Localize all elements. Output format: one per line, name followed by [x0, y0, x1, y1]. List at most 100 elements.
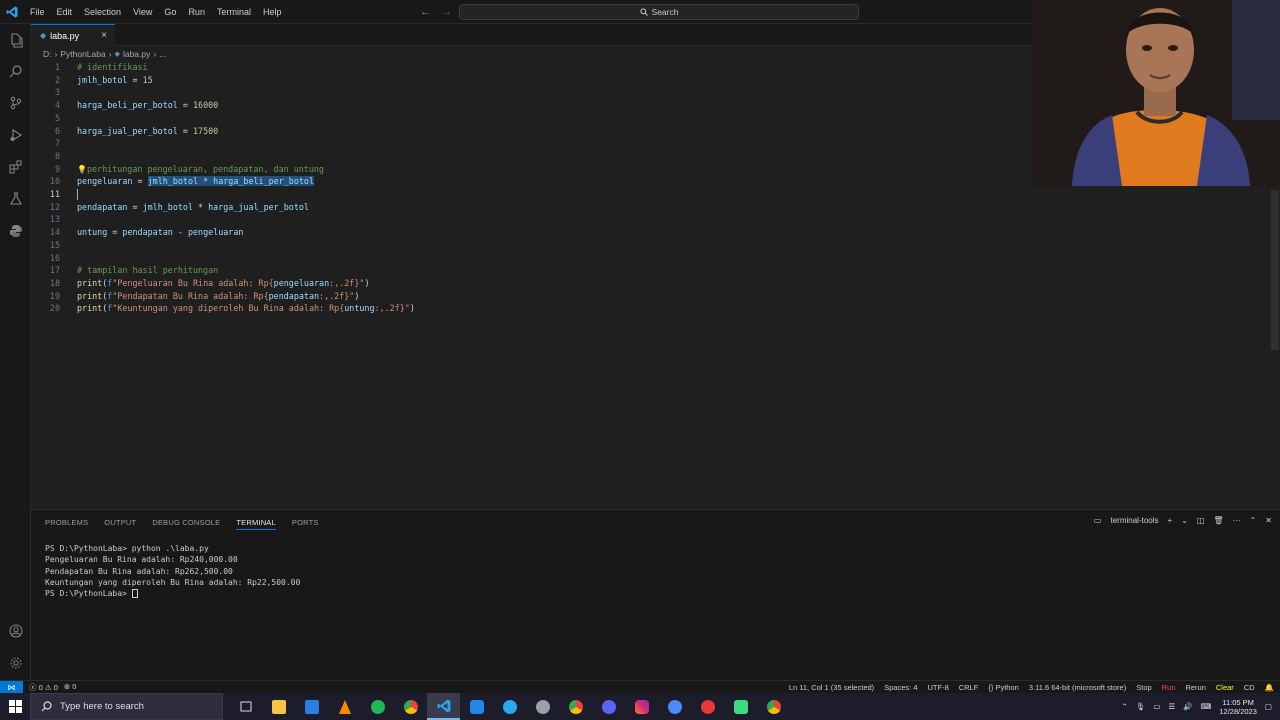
menu-file[interactable]: File [24, 0, 51, 24]
menu-help[interactable]: Help [257, 0, 288, 24]
browser-icon[interactable] [658, 693, 691, 720]
split-terminal-icon[interactable]: ◫ [1197, 516, 1205, 525]
telegram-icon[interactable] [493, 693, 526, 720]
webcam-overlay [1032, 0, 1280, 186]
remote-desktop-icon[interactable] [460, 693, 493, 720]
extensions-icon[interactable] [7, 158, 24, 175]
code-line[interactable]: 14 untung = pendapatan - pengeluaran [31, 226, 1271, 239]
chevron-down-icon[interactable]: ⌄ [1181, 516, 1188, 525]
python-icon[interactable] [7, 222, 24, 239]
tab-ports[interactable]: PORTS [292, 516, 319, 530]
menu-view[interactable]: View [127, 0, 158, 24]
vscode-taskbar-icon[interactable] [427, 693, 460, 720]
breadcrumb-folder[interactable]: PythonLaba [60, 49, 105, 59]
lightbulb-icon[interactable]: 💡 [77, 165, 87, 174]
settings-gear-icon[interactable] [7, 654, 24, 671]
battery-icon[interactable]: ▭ [1153, 702, 1160, 711]
testing-icon[interactable] [7, 190, 24, 207]
indentation[interactable]: Spaces: 4 [884, 683, 917, 692]
code-line[interactable]: 19 print(f"Pendapatan Bu Rina adalah: Rp{… [31, 290, 1271, 303]
menu-selection[interactable]: Selection [78, 0, 127, 24]
file-explorer-icon[interactable] [262, 693, 295, 720]
menu-edit[interactable]: Edit [51, 0, 79, 24]
webcam-person-image [1032, 0, 1280, 186]
cursor-position[interactable]: Ln 11, Col 1 (35 selected) [789, 683, 874, 692]
code-line[interactable]: 15 [31, 239, 1271, 252]
language-icon[interactable]: ⌨ [1201, 702, 1212, 711]
code-line[interactable]: 20 print(f"Keuntungan yang diperoleh Bu R… [31, 302, 1271, 315]
task-view-icon[interactable] [229, 693, 262, 720]
android-icon[interactable] [724, 693, 757, 720]
forward-arrow-icon[interactable]: → [441, 6, 452, 18]
code-line-active[interactable]: 11 [31, 188, 1271, 201]
tab-problems[interactable]: PROBLEMS [45, 516, 88, 530]
bell-icon[interactable]: 🔔 [1265, 683, 1274, 692]
tab-debug-console[interactable]: DEBUG CONSOLE [152, 516, 220, 530]
run-button[interactable]: Run [1162, 683, 1176, 692]
chrome-alt-icon[interactable] [757, 693, 790, 720]
clock[interactable]: 11:05 PM 12/28/2023 [1219, 698, 1257, 716]
taskbar-search-box[interactable]: Type here to search [30, 693, 223, 720]
explorer-icon[interactable] [7, 32, 24, 49]
network-icon[interactable]: ☰ [1168, 702, 1175, 711]
app-icon[interactable] [526, 693, 559, 720]
menu-terminal[interactable]: Terminal [211, 0, 257, 24]
terminal-output[interactable]: PS D:\PythonLaba> python .\laba.py Penge… [45, 543, 300, 599]
menu-run[interactable]: Run [182, 0, 211, 24]
instagram-icon[interactable] [625, 693, 658, 720]
microphone-icon[interactable]: 🎙 [1136, 702, 1146, 711]
trash-icon[interactable]: 🗑 [1213, 516, 1223, 525]
tab-output[interactable]: OUTPUT [104, 516, 136, 530]
line-number: 10 [49, 176, 60, 187]
tab-terminal[interactable]: TERMINAL [236, 516, 276, 530]
errors-indicator[interactable]: ⓧ 0 ⚠ 0 [29, 682, 58, 693]
chrome-icon[interactable] [394, 693, 427, 720]
back-arrow-icon[interactable]: ← [420, 6, 431, 18]
remote-indicator-icon[interactable]: ⋈ [0, 680, 23, 694]
source-control-icon[interactable] [7, 94, 24, 111]
screen-recorder-icon[interactable] [691, 693, 724, 720]
terminal-prompt[interactable]: PS D:\PythonLaba> [45, 588, 300, 599]
windows-start-icon[interactable] [0, 693, 30, 720]
code-line[interactable]: 16 [31, 252, 1271, 265]
terminal-name[interactable]: terminal-tools [1110, 516, 1158, 525]
code-line[interactable]: 12 pendapatan = jmlh_botol * harga_jual_p… [31, 201, 1271, 214]
selected-text[interactable]: jmlh_botol * harga_beli_per_botol [147, 176, 315, 187]
chrome-profile-icon[interactable] [559, 693, 592, 720]
search-sidebar-icon[interactable] [7, 62, 24, 79]
breadcrumb-drive[interactable]: D: [43, 49, 52, 59]
notifications-icon[interactable]: ▢ [1265, 702, 1272, 711]
run-debug-icon[interactable] [7, 126, 24, 143]
code-line[interactable]: 17 # tampilan hasil perhitungan [31, 264, 1271, 277]
tab-laba-py[interactable]: ◆ laba.py × [31, 24, 115, 46]
chevron-up-icon[interactable]: ⌃ [1122, 702, 1128, 711]
close-panel-icon[interactable]: ✕ [1265, 516, 1272, 525]
breadcrumb-file[interactable]: laba.py [123, 49, 150, 59]
cd-button[interactable]: CD [1244, 683, 1255, 692]
discord-icon[interactable] [592, 693, 625, 720]
spotify-icon[interactable] [361, 693, 394, 720]
more-actions-icon[interactable]: ··· [1233, 516, 1241, 525]
account-icon[interactable] [7, 622, 24, 639]
ports-indicator[interactable]: ⊗ 0 [64, 682, 77, 693]
vlc-icon[interactable] [328, 693, 361, 720]
stop-button[interactable]: Stop [1136, 683, 1151, 692]
maximize-panel-icon[interactable]: ⌃ [1250, 516, 1257, 525]
end-of-line[interactable]: CRLF [959, 683, 979, 692]
breadcrumb-more[interactable]: ... [159, 49, 166, 59]
clear-button[interactable]: Clear [1216, 683, 1234, 692]
code-line[interactable]: 13 [31, 213, 1271, 226]
taskbar-search-placeholder: Type here to search [60, 701, 144, 712]
close-tab-icon[interactable]: × [101, 30, 107, 41]
rerun-button[interactable]: Rerun [1185, 683, 1205, 692]
store-icon[interactable] [295, 693, 328, 720]
volume-icon[interactable]: 🔊 [1183, 702, 1192, 711]
new-terminal-icon[interactable]: + [1168, 516, 1173, 525]
code-line[interactable]: 18 print(f"Pengeluaran Bu Rina adalah: Rp… [31, 277, 1271, 290]
editor-scrollbar[interactable] [1271, 190, 1279, 350]
language-mode[interactable]: {} Python [988, 683, 1018, 692]
menu-go[interactable]: Go [158, 0, 182, 24]
encoding[interactable]: UTF-8 [928, 683, 949, 692]
python-interpreter[interactable]: 3.11.6 64-bit (microsoft store) [1029, 683, 1126, 692]
command-center-search[interactable]: Search [459, 4, 859, 20]
